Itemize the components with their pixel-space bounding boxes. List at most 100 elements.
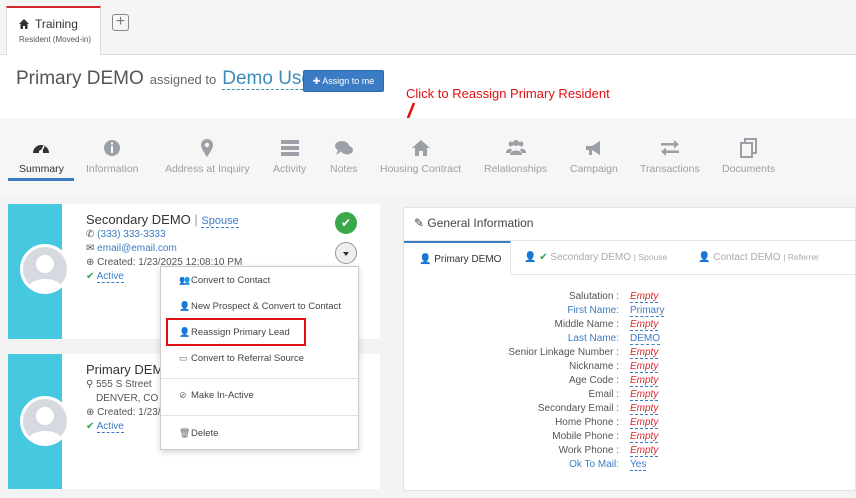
tab-label: Contact DEMO	[713, 252, 781, 263]
section-nav: Summary Information Address at Inquiry A…	[0, 118, 856, 196]
field-row: Home Phone : Empty	[444, 417, 744, 431]
assign-to-me-button[interactable]: ✚ Assign to me	[303, 70, 384, 92]
field-value[interactable]: Empty	[630, 361, 659, 373]
menu-item-make-inactive[interactable]: ⊘ Make In-Active	[179, 390, 254, 401]
dashboard-icon	[33, 145, 50, 154]
menu-item-convert-to-referral[interactable]: ▭ Convert to Referral Source	[179, 353, 304, 364]
field-label: First Name:	[567, 305, 619, 316]
plus-circle-icon: ✚	[312, 76, 321, 86]
field-value[interactable]: Empty	[630, 431, 659, 443]
general-information-title: General Information	[427, 216, 534, 230]
menu-item-label: Delete	[191, 428, 219, 439]
phone-icon: ✆	[86, 229, 95, 240]
tab-title: Training	[35, 17, 78, 31]
contact-relation[interactable]: Spouse	[201, 215, 239, 228]
field-label: Email :	[588, 389, 619, 400]
field-value[interactable]: Empty	[630, 445, 659, 457]
field-row: Age Code : Empty	[444, 375, 744, 389]
tab-information[interactable]: Information	[86, 138, 139, 175]
tab-contact-demo[interactable]: 👤 Contact DEMO | Referrer	[698, 241, 819, 275]
contact-name[interactable]: Primary DEM	[86, 362, 163, 377]
field-value[interactable]: Empty	[630, 403, 659, 415]
add-tab-icon[interactable]: +	[112, 14, 129, 31]
menu-divider	[161, 415, 358, 416]
menu-item-label: Make In-Active	[191, 390, 254, 401]
field-label: Senior Linkage Number :	[508, 347, 619, 358]
contact-phone[interactable]: (333) 333-3333	[97, 229, 165, 240]
tab-label: Primary DEMO	[434, 254, 502, 265]
field-row: Last Name: DEMO	[444, 333, 744, 347]
field-label: Nickname :	[568, 361, 619, 372]
contact-status[interactable]: Active	[96, 421, 124, 433]
tab-summary[interactable]: Summary	[19, 138, 64, 175]
info-icon	[104, 140, 121, 156]
menu-divider	[161, 378, 358, 379]
tab-address-at-inquiry[interactable]: Address at Inquiry	[165, 138, 250, 175]
field-value[interactable]: Empty	[630, 347, 659, 359]
tab-activity[interactable]: Activity	[273, 138, 306, 175]
field-value[interactable]: Empty	[630, 389, 659, 401]
field-label: Home Phone :	[555, 417, 619, 428]
field-label: Mobile Phone :	[552, 431, 619, 442]
menu-item-label: Convert to Contact	[191, 275, 271, 286]
field-row: First Name: Primary	[444, 305, 744, 319]
chevron-down-icon[interactable]	[335, 242, 357, 264]
users-icon	[505, 140, 526, 155]
home-icon	[411, 140, 430, 156]
card-title: ✎ General Information	[414, 216, 533, 230]
tab-transactions[interactable]: Transactions	[640, 138, 700, 175]
field-value[interactable]: DEMO	[630, 333, 660, 345]
tab-address-label: Address at Inquiry	[165, 163, 250, 175]
contact-status[interactable]: Active	[96, 271, 124, 283]
field-label: Work Phone :	[558, 445, 619, 456]
resident-name: Primary DEMO	[16, 68, 144, 89]
field-value[interactable]: Yes	[630, 459, 647, 471]
tab-campaign[interactable]: Campaign	[570, 138, 618, 175]
check-icon: ✔	[86, 421, 95, 432]
field-value[interactable]: Primary	[630, 305, 665, 317]
menu-item-label: Convert to Referral Source	[191, 353, 304, 364]
tab-housing-contract[interactable]: Housing Contract	[380, 138, 461, 175]
contact-email[interactable]: email@email.com	[97, 243, 177, 254]
tab-notes-label: Notes	[330, 163, 358, 175]
users-icon: 👥	[179, 275, 191, 285]
tab-documents[interactable]: Documents	[722, 138, 775, 175]
tab-information-label: Information	[86, 163, 139, 175]
field-row: Mobile Phone : Empty	[444, 431, 744, 445]
field-value[interactable]: Empty	[630, 291, 659, 303]
menu-item-delete[interactable]: 🗑Delete	[179, 428, 218, 439]
user-icon: 👤	[698, 252, 711, 263]
primary-check-icon[interactable]: ✔	[335, 212, 357, 234]
field-label: Middle Name :	[554, 319, 619, 330]
assign-to-me-label: Assign to me	[322, 76, 375, 86]
field-value[interactable]: Empty	[630, 375, 659, 387]
field-row: Email : Empty	[444, 389, 744, 403]
tab-label: Secondary DEMO	[550, 252, 631, 263]
page-title: Primary DEMO assigned to Demo User	[16, 68, 319, 94]
plus-circle-icon: ⊕	[86, 257, 95, 268]
contact-address-line1: 555 S Street	[96, 379, 152, 390]
tab-primary-demo[interactable]: 👤 Primary DEMO	[404, 241, 511, 275]
avatar	[20, 244, 70, 294]
general-information-card: ✎ General Information 👤 Primary DEMO 👤 ✔…	[403, 207, 856, 491]
menu-item-new-prospect[interactable]: 👤New Prospect & Convert to Contact	[179, 301, 341, 312]
tab-notes[interactable]: Notes	[330, 138, 357, 175]
field-value[interactable]: Empty	[630, 319, 659, 331]
contact-actions-menu: 👥Convert to Contact 👤New Prospect & Conv…	[160, 266, 359, 450]
contact-name[interactable]: Secondary DEMO	[86, 212, 191, 227]
user-icon: 👤	[524, 252, 537, 263]
field-value[interactable]: Empty	[630, 417, 659, 429]
contact-address-line2: DENVER, CO 8	[96, 393, 167, 404]
ban-icon: ⊘	[179, 390, 187, 400]
field-label: Last Name:	[567, 333, 619, 344]
trash-icon: 🗑	[179, 428, 191, 438]
documents-icon	[739, 138, 757, 158]
menu-item-convert-to-contact[interactable]: 👥Convert to Contact	[179, 275, 270, 286]
annotation-highlight-box	[166, 318, 306, 346]
field-row: Secondary Email : Empty	[444, 403, 744, 417]
tab-training[interactable]: Training Resident (Moved-in)	[6, 6, 101, 55]
assigned-label: assigned to	[149, 72, 217, 87]
field-label: Age Code :	[568, 375, 619, 386]
tab-relationships[interactable]: Relationships	[484, 138, 547, 175]
tab-secondary-demo[interactable]: 👤 ✔ Secondary DEMO | Spouse	[524, 241, 667, 275]
